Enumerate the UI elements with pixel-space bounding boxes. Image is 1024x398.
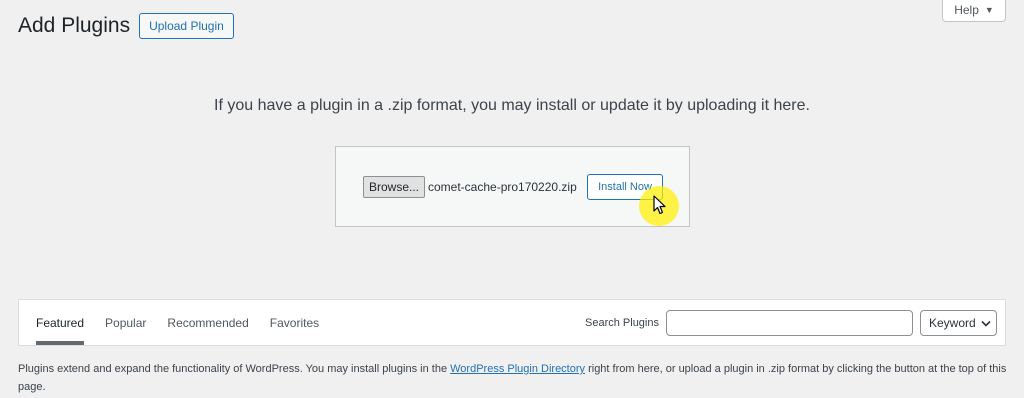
page-title: Add Plugins	[18, 14, 131, 37]
search-type-value: Keyword	[929, 316, 976, 330]
tab-favorites[interactable]: Favorites	[270, 300, 319, 345]
tab-popular[interactable]: Popular	[105, 300, 146, 345]
upload-instructions: If you have a plugin in a .zip format, y…	[214, 97, 810, 114]
help-label: Help	[954, 2, 979, 17]
plugins-description: Plugins extend and expand the functional…	[18, 360, 1008, 396]
title-row: Add Plugins Upload Plugin	[18, 13, 234, 39]
search-type-select[interactable]: Keyword	[920, 310, 997, 336]
description-text-before: Plugins extend and expand the functional…	[18, 363, 451, 375]
caret-down-icon: ▼	[984, 4, 994, 15]
browse-button[interactable]: Browse...	[363, 176, 426, 198]
tab-featured[interactable]: Featured	[36, 300, 85, 345]
search-plugins-input[interactable]	[666, 310, 913, 336]
tab-recommended[interactable]: Recommended	[167, 300, 248, 345]
plugin-filter-bar: Featured Popular Recommended Favorites S…	[18, 299, 1006, 346]
filter-tabs: Featured Popular Recommended Favorites	[36, 300, 340, 347]
chevron-down-icon	[981, 320, 991, 327]
upload-plugin-button[interactable]: Upload Plugin	[139, 13, 234, 39]
upload-form: Browse... comet-cache-pro170220.zip Inst…	[335, 146, 690, 227]
selected-file-name: comet-cache-pro170220.zip	[428, 180, 577, 194]
plugin-directory-link[interactable]: WordPress Plugin Directory	[450, 363, 585, 375]
mouse-pointer-icon	[653, 195, 666, 215]
help-tab-button[interactable]: Help ▼	[942, 0, 1006, 22]
search-plugins-label: Search Plugins	[585, 317, 659, 329]
